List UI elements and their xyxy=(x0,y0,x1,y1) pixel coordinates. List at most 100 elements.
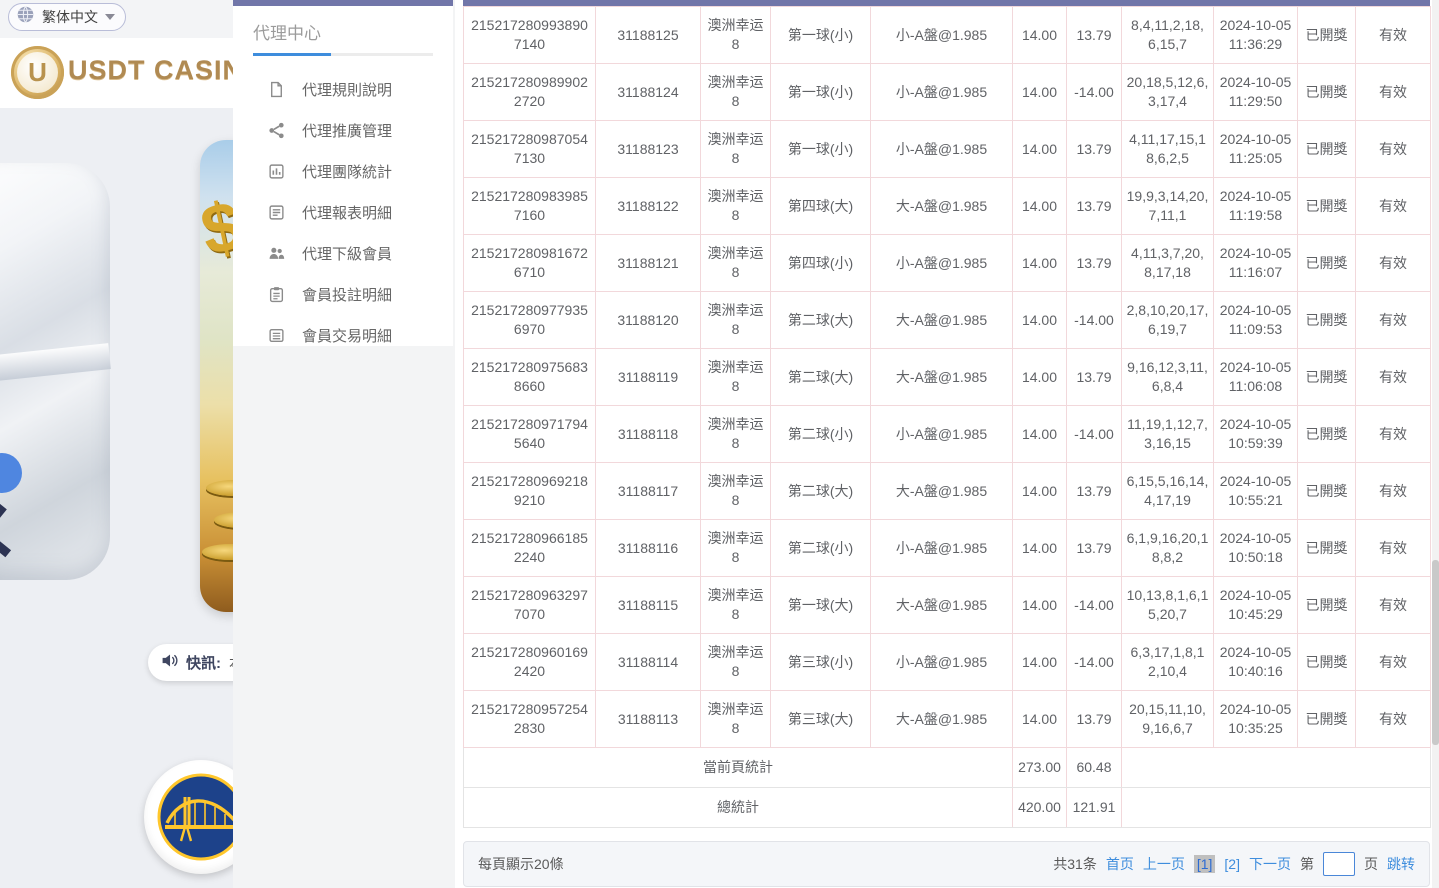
cell-play-type: 第二球(小) xyxy=(771,406,871,463)
cell-draw-numbers: 2,8,10,20,17,6,19,7 xyxy=(1122,292,1214,349)
cell-bet-id: 2152172809632977070 xyxy=(464,577,596,634)
cell-draw-status: 已開獎 xyxy=(1298,64,1356,121)
cell-bet-content: 小-A盤@1.985 xyxy=(871,634,1013,691)
cell-winloss: -14.00 xyxy=(1067,292,1122,349)
cell-winloss: 13.79 xyxy=(1067,235,1122,292)
sidebar-item-report-detail[interactable]: 代理報表明細 xyxy=(233,192,453,233)
cell-lottery-name: 澳洲幸运8 xyxy=(701,349,771,406)
cell-bet-content: 小-A盤@1.985 xyxy=(871,520,1013,577)
cell-lottery-name: 澳洲幸运8 xyxy=(701,7,771,64)
cell-draw-numbers: 20,15,11,10,9,16,6,7 xyxy=(1122,691,1214,748)
cell-lottery-name: 澳洲幸运8 xyxy=(701,691,771,748)
cell-draw-time: 2024-10-0510:35:25 xyxy=(1214,691,1298,748)
users-icon xyxy=(268,245,285,262)
cell-play-type: 第四球(大) xyxy=(771,178,871,235)
page-scrollbar[interactable] xyxy=(1432,0,1439,888)
summary-empty xyxy=(1122,748,1431,788)
cell-bet-content: 大-A盤@1.985 xyxy=(871,349,1013,406)
banner-x-shape: ✕ xyxy=(0,478,10,594)
page-1-current[interactable]: [1] xyxy=(1194,855,1216,873)
brand-coin-letter: U xyxy=(17,52,58,93)
first-page-link[interactable]: 首页 xyxy=(1106,854,1134,874)
sidebar-item-member-transactions[interactable]: 會員交易明細 xyxy=(233,315,453,356)
summary-row-total: 總統計 420.00 121.91 xyxy=(464,788,1431,828)
cell-draw-numbers: 20,18,5,12,6,3,17,4 xyxy=(1122,64,1214,121)
cell-bet-content: 大-A盤@1.985 xyxy=(871,577,1013,634)
cell-winloss: 13.79 xyxy=(1067,691,1122,748)
cell-lottery-name: 澳洲幸运8 xyxy=(701,520,771,577)
sidebar-item-label: 代理下級會員 xyxy=(302,243,392,264)
cell-bet-content: 小-A盤@1.985 xyxy=(871,64,1013,121)
cell-bet-content: 小-A盤@1.985 xyxy=(871,406,1013,463)
cell-draw-status: 已開獎 xyxy=(1298,406,1356,463)
cell-amount: 14.00 xyxy=(1013,121,1067,178)
cell-draw-status: 已開獎 xyxy=(1298,235,1356,292)
cell-draw-time: 2024-10-0511:16:07 xyxy=(1214,235,1298,292)
sidebar-item-label: 代理團隊統計 xyxy=(302,161,392,182)
cell-issue-number: 31188125 xyxy=(596,7,701,64)
cell-draw-status: 已開獎 xyxy=(1298,691,1356,748)
cell-bet-id: 2152172809938907140 xyxy=(464,7,596,64)
sidebar-item-downline-members[interactable]: 代理下級會員 xyxy=(233,233,453,274)
sidebar-item-member-bets[interactable]: 會員投註明細 xyxy=(233,274,453,315)
cell-draw-time: 2024-10-0511:09:53 xyxy=(1214,292,1298,349)
cell-amount: 14.00 xyxy=(1013,577,1067,634)
cell-winloss: -14.00 xyxy=(1067,64,1122,121)
cell-winloss: 13.79 xyxy=(1067,121,1122,178)
sidebar-item-agent-rules[interactable]: 代理規則說明 xyxy=(233,69,453,110)
dollar-sign-icon: $ xyxy=(194,185,233,271)
cell-issue-number: 31188124 xyxy=(596,64,701,121)
cell-amount: 14.00 xyxy=(1013,634,1067,691)
cell-lottery-name: 澳洲幸运8 xyxy=(701,121,771,178)
sidebar-item-label: 會員投註明細 xyxy=(302,284,392,305)
bet-table-body: 2152172809938907140 31188125 澳洲幸运8 第一球(小… xyxy=(464,7,1431,748)
jump-button[interactable]: 跳转 xyxy=(1387,854,1415,874)
cell-draw-time: 2024-10-0511:25:05 xyxy=(1214,121,1298,178)
pagination-bar: 每頁顯示20條 共31条 首页 上一页 [1] [2] 下一页 第 页 跳转 xyxy=(463,841,1430,887)
cell-bet-content: 小-A盤@1.985 xyxy=(871,121,1013,178)
page-jump-input[interactable] xyxy=(1323,852,1355,876)
cell-bet-id: 2152172809692189210 xyxy=(464,463,596,520)
prev-page-link[interactable]: 上一页 xyxy=(1143,854,1185,874)
sidebar-item-label: 代理推廣管理 xyxy=(302,120,392,141)
summary-amount: 420.00 xyxy=(1013,788,1067,828)
cell-lottery-name: 澳洲幸运8 xyxy=(701,463,771,520)
cell-draw-status: 已開獎 xyxy=(1298,634,1356,691)
cell-bet-id: 2152172809572542830 xyxy=(464,691,596,748)
team-logo-badge xyxy=(144,760,233,874)
cell-amount: 14.00 xyxy=(1013,64,1067,121)
cell-bet-id: 2152172809601692420 xyxy=(464,634,596,691)
cell-valid-flag: 有效 xyxy=(1356,7,1431,64)
cell-valid-flag: 有效 xyxy=(1356,349,1431,406)
cell-winloss: -14.00 xyxy=(1067,577,1122,634)
cell-valid-flag: 有效 xyxy=(1356,121,1431,178)
cell-play-type: 第三球(大) xyxy=(771,691,871,748)
cell-draw-numbers: 6,15,5,16,14,4,17,19 xyxy=(1122,463,1214,520)
cell-draw-time: 2024-10-0510:45:29 xyxy=(1214,577,1298,634)
language-selector[interactable]: 繁体中文 xyxy=(8,3,126,31)
gold-coin-icon xyxy=(214,512,233,528)
cell-issue-number: 31188118 xyxy=(596,406,701,463)
warriors-logo-icon xyxy=(155,771,233,863)
cell-lottery-name: 澳洲幸运8 xyxy=(701,235,771,292)
cell-valid-flag: 有效 xyxy=(1356,577,1431,634)
cell-amount: 14.00 xyxy=(1013,292,1067,349)
clipboard-icon xyxy=(268,286,285,303)
marquee-label: 快訊: xyxy=(186,652,221,673)
sidebar-item-team-stats[interactable]: 代理團隊統計 xyxy=(233,151,453,192)
globe-icon xyxy=(16,5,35,29)
chevron-down-icon xyxy=(105,14,115,20)
sidebar-item-agent-promotion[interactable]: 代理推廣管理 xyxy=(233,110,453,151)
table-row: 2152172809572542830 31188113 澳洲幸运8 第三球(大… xyxy=(464,691,1431,748)
cell-valid-flag: 有效 xyxy=(1356,406,1431,463)
cell-play-type: 第二球(大) xyxy=(771,292,871,349)
next-page-link[interactable]: 下一页 xyxy=(1249,854,1291,874)
cell-draw-time: 2024-10-0510:40:16 xyxy=(1214,634,1298,691)
agent-center-panel: 代理中心 代理規則說明 代理推廣管理 代理團隊統計 代理報表明細 xyxy=(233,0,1439,888)
cell-draw-time: 2024-10-0511:19:58 xyxy=(1214,178,1298,235)
page-2-link[interactable]: [2] xyxy=(1224,856,1240,872)
scrollbar-thumb[interactable] xyxy=(1432,560,1439,745)
table-row: 2152172809870547130 31188123 澳洲幸运8 第一球(小… xyxy=(464,121,1431,178)
cell-bet-id: 2152172809661852240 xyxy=(464,520,596,577)
cell-valid-flag: 有效 xyxy=(1356,235,1431,292)
